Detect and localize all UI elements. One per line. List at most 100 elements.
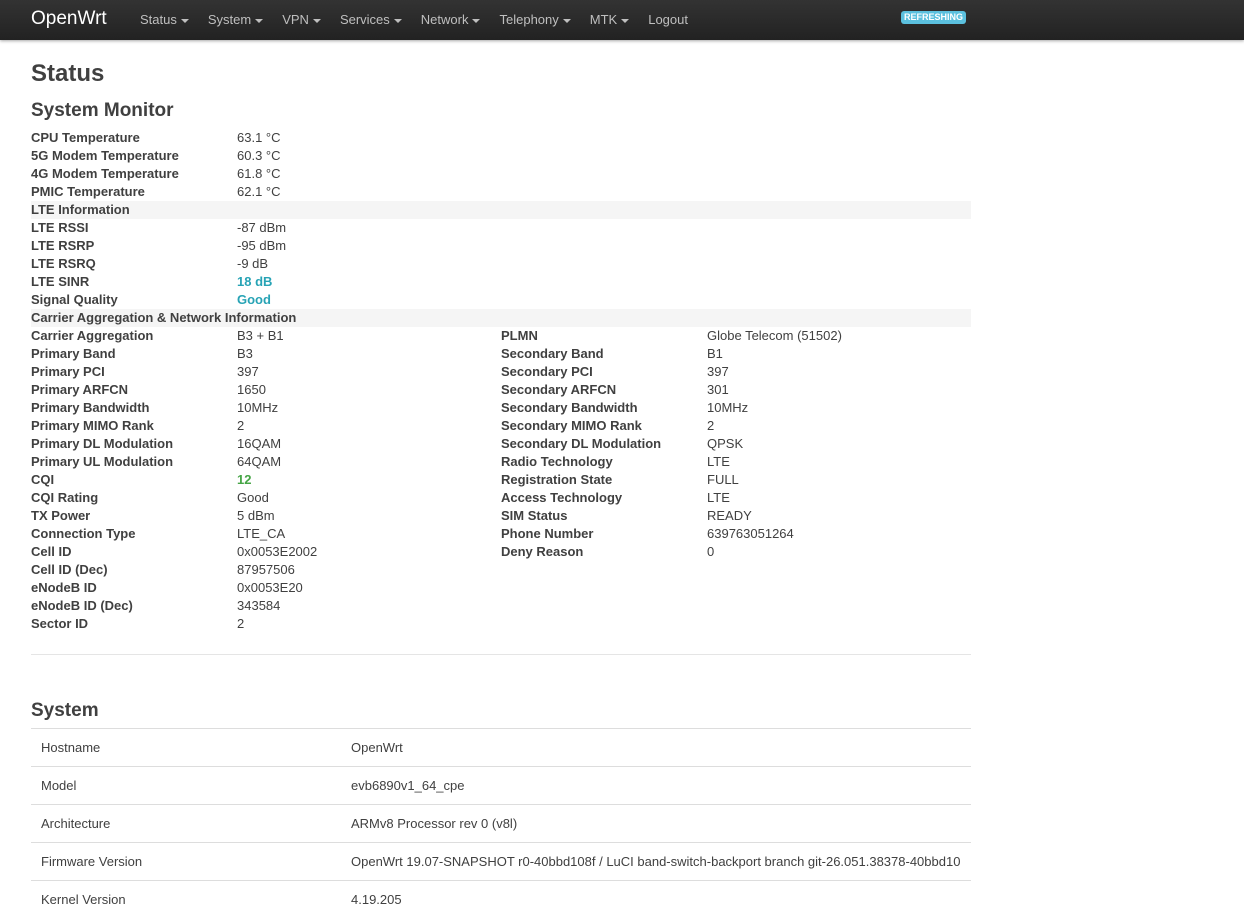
table-row: Kernel Version4.19.205 bbox=[31, 881, 971, 918]
row-label: Phone Number bbox=[501, 525, 593, 543]
chevron-down-icon bbox=[181, 19, 189, 23]
table-row: Firmware VersionOpenWrt 19.07-SNAPSHOT r… bbox=[31, 843, 971, 881]
menu-system-label: System bbox=[208, 12, 251, 27]
ca-row: Primary PCI397Secondary PCI397 bbox=[31, 363, 971, 381]
row-label: Secondary DL Modulation bbox=[501, 435, 661, 453]
row-value: LTE bbox=[707, 489, 730, 507]
row-label: eNodeB ID bbox=[31, 579, 97, 597]
row-value: 397 bbox=[237, 363, 259, 381]
row-value: 10MHz bbox=[237, 399, 278, 417]
row-label: Primary ARFCN bbox=[31, 381, 128, 399]
system-monitor-table: CPU Temperature63.1 °C 5G Modem Temperat… bbox=[31, 129, 971, 633]
menu-status[interactable]: Status bbox=[140, 0, 189, 40]
row-label: Registration State bbox=[501, 471, 612, 489]
row-label: 4G Modem Temperature bbox=[31, 165, 179, 183]
row-label: CQI bbox=[31, 471, 54, 489]
menu-logout[interactable]: Logout bbox=[648, 0, 688, 40]
system-monitor-title: System Monitor bbox=[31, 100, 174, 122]
row-label: TX Power bbox=[31, 507, 90, 525]
ca-row: Sector ID2 bbox=[31, 615, 971, 633]
ca-row: TX Power5 dBmSIM StatusREADY bbox=[31, 507, 971, 525]
row-value: 0x0053E20 bbox=[237, 579, 303, 597]
chevron-down-icon bbox=[313, 19, 321, 23]
system-section-title: System bbox=[31, 700, 99, 722]
row-value: 10MHz bbox=[707, 399, 748, 417]
menu-network[interactable]: Network bbox=[421, 0, 481, 40]
row-label: PMIC Temperature bbox=[31, 183, 145, 201]
ca-row: Primary DL Modulation16QAMSecondary DL M… bbox=[31, 435, 971, 453]
monitor-row: 5G Modem Temperature60.3 °C bbox=[31, 147, 971, 165]
ca-row: Primary BandB3Secondary BandB1 bbox=[31, 345, 971, 363]
chevron-down-icon bbox=[621, 19, 629, 23]
refreshing-badge[interactable]: REFRESHING bbox=[901, 11, 966, 24]
monitor-row: LTE RSSI-87 dBm bbox=[31, 219, 971, 237]
menu-services-label: Services bbox=[340, 12, 390, 27]
menu-vpn-label: VPN bbox=[282, 12, 309, 27]
row-value: 639763051264 bbox=[707, 525, 794, 543]
row-label: Secondary PCI bbox=[501, 363, 593, 381]
row-value: 343584 bbox=[237, 597, 280, 615]
ca-row: eNodeB ID 0x0053E20 bbox=[31, 579, 971, 597]
row-value: 5 dBm bbox=[237, 507, 275, 525]
chevron-down-icon bbox=[563, 19, 571, 23]
monitor-row: PMIC Temperature62.1 °C bbox=[31, 183, 971, 201]
row-value: ARMv8 Processor rev 0 (v8l) bbox=[341, 805, 971, 843]
carrier-aggregation-header: Carrier Aggregation & Network Informatio… bbox=[31, 309, 971, 327]
row-value: OpenWrt 19.07-SNAPSHOT r0-40bbd108f / Lu… bbox=[341, 843, 971, 881]
row-label: Secondary Bandwidth bbox=[501, 399, 638, 417]
row-value: 1650 bbox=[237, 381, 266, 399]
row-value: LTE_CA bbox=[237, 525, 285, 543]
chevron-down-icon bbox=[472, 19, 480, 23]
row-value: LTE bbox=[707, 453, 730, 471]
row-label: Access Technology bbox=[501, 489, 622, 507]
menu-mtk[interactable]: MTK bbox=[590, 0, 629, 40]
row-label: Architecture bbox=[31, 805, 341, 843]
row-value: 0 bbox=[707, 543, 714, 561]
cqi-value: 12 bbox=[237, 471, 251, 489]
row-value: QPSK bbox=[707, 435, 743, 453]
row-label: Kernel Version bbox=[31, 881, 341, 918]
lte-information-header: LTE Information bbox=[31, 201, 971, 219]
monitor-row: CPU Temperature63.1 °C bbox=[31, 129, 971, 147]
monitor-row: Signal QualityGood bbox=[31, 291, 971, 309]
menu-network-label: Network bbox=[421, 12, 469, 27]
row-value: 63.1 °C bbox=[237, 129, 281, 147]
row-label: Secondary MIMO Rank bbox=[501, 417, 642, 435]
row-value: 60.3 °C bbox=[237, 147, 281, 165]
main-menu: Status System VPN Services Network Telep… bbox=[140, 0, 707, 40]
row-label: Primary Bandwidth bbox=[31, 399, 149, 417]
monitor-row: 4G Modem Temperature61.8 °C bbox=[31, 165, 971, 183]
chevron-down-icon bbox=[394, 19, 402, 23]
ca-row: CQI RatingGoodAccess TechnologyLTE bbox=[31, 489, 971, 507]
row-value: B1 bbox=[707, 345, 723, 363]
row-value: B3 bbox=[237, 345, 253, 363]
row-value: 2 bbox=[707, 417, 714, 435]
ca-row: Primary ARFCN1650Secondary ARFCN301 bbox=[31, 381, 971, 399]
row-value: 397 bbox=[707, 363, 729, 381]
menu-mtk-label: MTK bbox=[590, 12, 617, 27]
row-label: Primary Band bbox=[31, 345, 116, 363]
system-info-table: HostnameOpenWrt Modelevb6890v1_64_cpe Ar… bbox=[31, 728, 971, 918]
menu-services[interactable]: Services bbox=[340, 0, 402, 40]
ca-row: Cell ID (Dec)87957506 bbox=[31, 561, 971, 579]
row-label: LTE RSSI bbox=[31, 219, 89, 237]
menu-status-label: Status bbox=[140, 12, 177, 27]
ca-row: eNodeB ID (Dec)343584 bbox=[31, 597, 971, 615]
menu-telephony[interactable]: Telephony bbox=[499, 0, 570, 40]
row-value: -95 dBm bbox=[237, 237, 286, 255]
monitor-row: LTE RSRP-95 dBm bbox=[31, 237, 971, 255]
row-label: PLMN bbox=[501, 327, 538, 345]
row-label: Hostname bbox=[31, 729, 341, 767]
row-value: 4.19.205 bbox=[341, 881, 971, 918]
row-label: Secondary ARFCN bbox=[501, 381, 616, 399]
row-value: 16QAM bbox=[237, 435, 281, 453]
brand-logo[interactable]: OpenWrt bbox=[31, 8, 107, 30]
menu-system[interactable]: System bbox=[208, 0, 263, 40]
menu-vpn[interactable]: VPN bbox=[282, 0, 321, 40]
ca-row: Primary MIMO Rank2Secondary MIMO Rank2 bbox=[31, 417, 971, 435]
table-row: Modelevb6890v1_64_cpe bbox=[31, 767, 971, 805]
ca-row: CQI 12 Registration State FULL bbox=[31, 471, 971, 489]
row-value: FULL bbox=[707, 471, 739, 489]
row-label: Sector ID bbox=[31, 615, 88, 633]
row-label: Cell ID (Dec) bbox=[31, 561, 108, 579]
